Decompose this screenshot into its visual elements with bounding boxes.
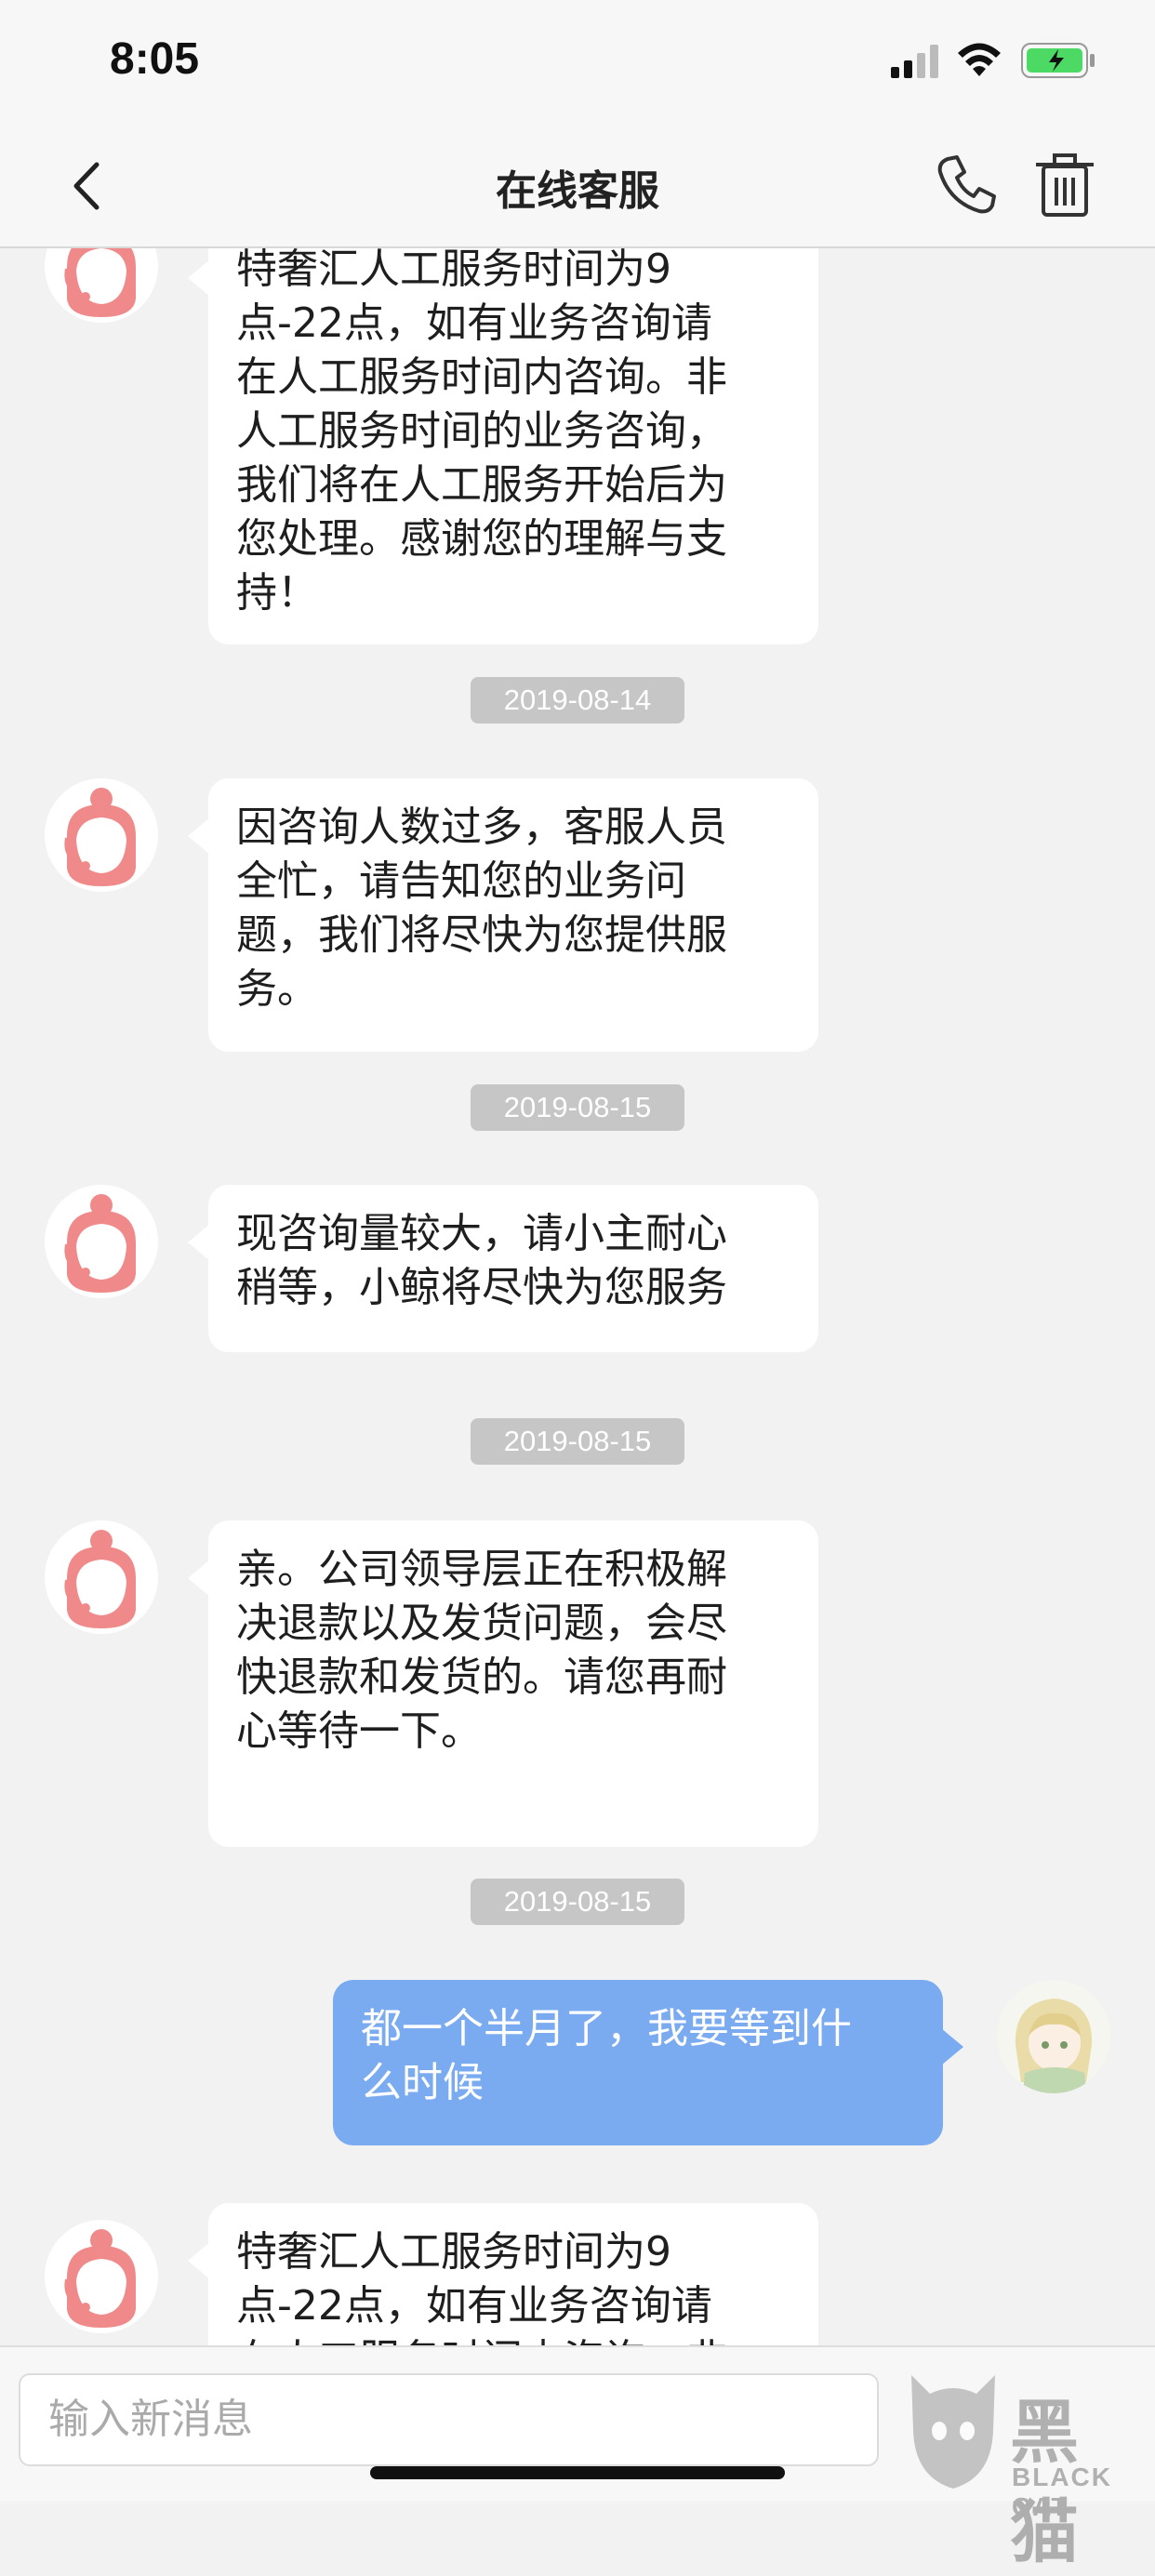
signal-icon [891,45,938,78]
agent-message: 因咨询人数过多，客服人员 全忙，请告知您的业务问 题，我们将尽快为您提供服 务。 [188,778,818,1052]
watermark-logo: 黑猫 BLACK CAT [902,2366,1146,2572]
agent-message: 亲。公司领导层正在积极解 决退款以及发货问题，会尽 快退款和发货的。请您再耐 心… [188,1520,818,1847]
agent-avatar-icon [45,1520,158,1634]
timestamp: 2019-08-14 [471,677,684,724]
timestamp: 2019-08-15 [471,1879,684,1925]
agent-avatar-icon [45,248,158,323]
timestamp: 2019-08-15 [471,1418,684,1465]
agent-message: 特奢汇人工服务时间为9 点-22点，如有业务咨询请 在人工服务时间内咨询。非 [188,2203,818,2345]
agent-avatar-icon [45,778,158,892]
home-indicator[interactable] [370,2466,785,2479]
trash-icon[interactable] [1034,152,1095,219]
user-message: 都一个半月了，我要等到什 么时候 [333,1980,963,2145]
message-input[interactable]: 输入新消息 [19,2373,879,2466]
cat-logo-icon [911,2375,995,2489]
nav-bar: 在线客服 [0,126,1155,248]
battery-icon [1021,43,1095,78]
agent-avatar-icon [45,2220,158,2333]
input-bar: 输入新消息 黑猫 BLACK CAT [0,2345,1155,2572]
agent-message: 现咨询量较大，请小主耐心 稍等，小鲸将尽快为您服务 [188,1185,818,1352]
wifi-icon [958,43,1001,76]
status-time: 8:05 [110,34,200,84]
chat-area[interactable]: 特奢汇人工服务时间为9 点-22点，如有业务咨询请 在人工服务时间内咨询。非 人… [0,248,1155,2345]
agent-message: 特奢汇人工服务时间为9 点-22点，如有业务咨询请 在人工服务时间内咨询。非 人… [188,248,818,644]
status-bar: 8:05 [0,0,1155,126]
timestamp: 2019-08-15 [471,1084,684,1131]
watermark-subtext: BLACK CAT [1012,2463,1112,2521]
phone-icon[interactable] [935,152,1000,217]
agent-avatar-icon [45,1185,158,1298]
user-avatar-icon[interactable] [997,1980,1110,2093]
